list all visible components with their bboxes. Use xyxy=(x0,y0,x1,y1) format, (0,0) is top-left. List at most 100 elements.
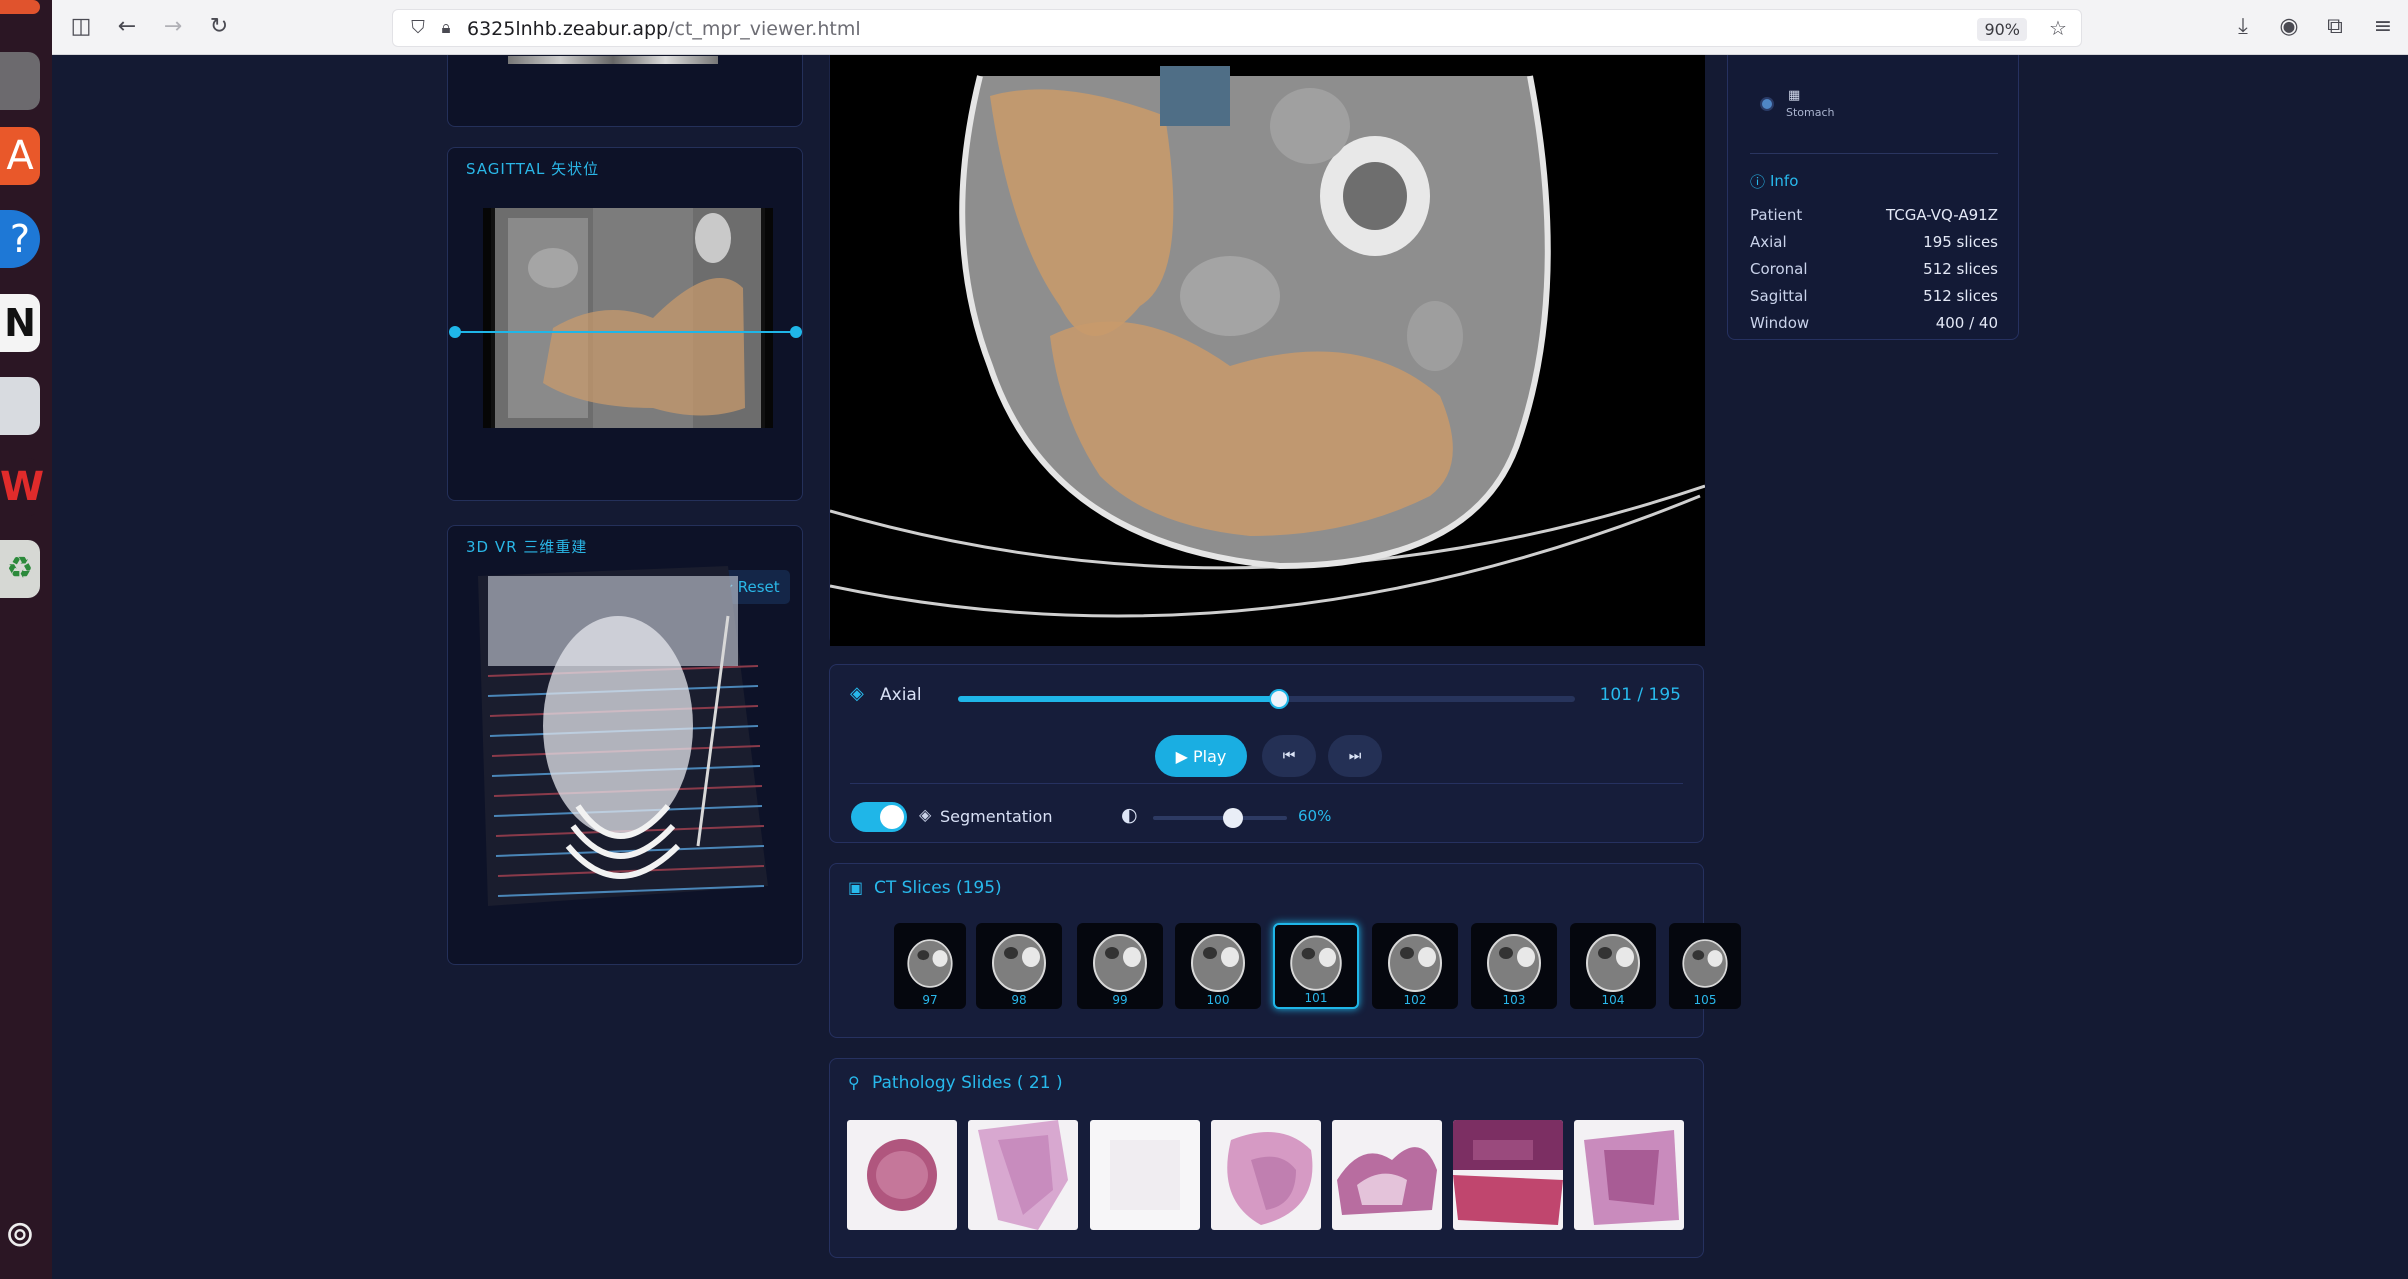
info-key: Axial xyxy=(1750,233,1787,251)
ct-slice-number: 102 xyxy=(1403,993,1427,1007)
layers-icon: ◈ xyxy=(850,683,864,704)
viewer-page: SAGITTAL 矢状位 3D VR 三维重建 ⟳ Reset xyxy=(52,55,2408,1279)
show-apps-icon[interactable]: ⊚ xyxy=(0,1210,40,1260)
skip-back-icon: ⏮ xyxy=(1282,748,1296,764)
next-slice-button[interactable]: ⏭ xyxy=(1328,735,1382,777)
segmentation-label: Segmentation xyxy=(940,807,1053,826)
segmentation-toggle-knob xyxy=(880,805,904,829)
pathology-slide[interactable] xyxy=(1090,1120,1200,1230)
vr-label: 3D VR 三维重建 xyxy=(466,538,588,556)
info-value: TCGA-VQ-A91Z xyxy=(1885,206,1998,224)
info-divider xyxy=(1750,153,1998,154)
ct-slice-thumbnail[interactable]: 103 xyxy=(1471,923,1557,1009)
pathology-slide[interactable] xyxy=(1332,1120,1442,1230)
opacity-value: 60% xyxy=(1298,807,1332,825)
pathology-slide-image xyxy=(1584,1130,1679,1225)
bookmark-star-icon[interactable]: ☆ xyxy=(2045,15,2071,41)
info-icon: ⓘ xyxy=(1750,173,1766,191)
info-value: 512 slices xyxy=(1923,287,1998,305)
stomach-icon: ▦ xyxy=(1788,88,1801,103)
wps-app-icon[interactable]: W xyxy=(0,458,44,516)
vr-render[interactable] xyxy=(468,556,768,916)
skip-forward-icon: ⏭ xyxy=(1348,748,1362,764)
pathology-slide[interactable] xyxy=(1574,1120,1684,1230)
ct-slices-title: CT Slices (195) xyxy=(874,878,1002,898)
notion-app-icon[interactable]: N xyxy=(0,294,40,352)
help-app-icon[interactable]: ? xyxy=(0,210,40,268)
pathology-slide[interactable] xyxy=(1453,1120,1563,1230)
axial-image[interactable] xyxy=(829,55,1706,646)
vr-view-panel[interactable]: 3D VR 三维重建 ⟳ Reset xyxy=(447,525,803,965)
pathology-slide-image xyxy=(1227,1132,1313,1225)
ct-slice-thumbnail[interactable]: 97 xyxy=(894,923,966,1009)
sagittal-crosshair-handle-left[interactable] xyxy=(449,326,461,338)
browser-app-icon[interactable] xyxy=(0,0,40,14)
sagittal-image[interactable] xyxy=(483,208,773,428)
opacity-slider[interactable] xyxy=(1153,808,1287,828)
ct-slice-thumbnail[interactable]: 99 xyxy=(1077,923,1163,1009)
pathology-slide-image xyxy=(1453,1120,1563,1225)
ct-slice-thumbnail[interactable]: 105 xyxy=(1669,923,1741,1009)
pathology-slide[interactable] xyxy=(968,1120,1078,1230)
info-key: Sagittal xyxy=(1750,287,1808,305)
image-gallery-icon: ▣ xyxy=(848,878,864,897)
opacity-slider-thumb[interactable] xyxy=(1223,808,1244,828)
info-key: Window xyxy=(1750,314,1810,332)
ct-slice-thumbnail[interactable]: 98 xyxy=(976,923,1062,1009)
account-icon[interactable]: ◉ xyxy=(2276,14,2302,40)
url-host: 6325lnhb.zeabur.app xyxy=(467,18,669,40)
sagittal-crosshair-handle-right[interactable] xyxy=(790,326,802,338)
coronal-view-panel[interactable] xyxy=(447,55,803,127)
address-bar[interactable]: ⛉ 🔒︎ 6325lnhb.zeabur.app/ct_mpr_viewer.h… xyxy=(392,9,2082,47)
url-text[interactable]: 6325lnhb.zeabur.app/ct_mpr_viewer.html xyxy=(467,18,861,40)
zoom-indicator[interactable]: 90% xyxy=(1977,18,2027,41)
plane-label: Axial xyxy=(880,685,922,705)
slice-slider-fill xyxy=(958,696,1279,702)
slice-controls-card: ◈ Axial 101 / 195 ▶ Play ⏮ ⏭ ◈ Segmentat… xyxy=(829,664,1704,843)
downloads-icon[interactable]: ⤓ xyxy=(2230,14,2256,40)
slice-slider[interactable] xyxy=(958,689,1575,709)
pathology-slide[interactable] xyxy=(847,1120,957,1230)
forward-icon[interactable]: → xyxy=(160,14,186,40)
ct-slice-thumbnail[interactable]: 104 xyxy=(1570,923,1656,1009)
lock-icon[interactable]: 🔒︎ xyxy=(433,15,459,41)
slice-slider-thumb[interactable] xyxy=(1268,689,1289,709)
ct-slice-thumbnail[interactable]: 101 xyxy=(1273,923,1359,1009)
info-row-window: Window 400 / 40 xyxy=(1750,314,1998,332)
info-value: 512 slices xyxy=(1923,260,1998,278)
controls-divider xyxy=(850,783,1683,784)
sagittal-view-panel[interactable]: SAGITTAL 矢状位 xyxy=(447,147,803,501)
app-store-icon[interactable]: A xyxy=(0,127,40,185)
ct-slice-number: 101 xyxy=(1304,991,1328,1005)
ct-slice-number: 98 xyxy=(1011,993,1027,1007)
back-icon[interactable]: ← xyxy=(114,14,140,40)
browser-toolbar: ◫ ← → ↻ ⛉ 🔒︎ 6325lnhb.zeabur.app/ct_mpr_… xyxy=(52,0,2408,55)
info-row-coronal: Coronal 512 slices xyxy=(1750,260,1998,278)
sagittal-label: SAGITTAL 矢状位 xyxy=(466,160,600,178)
files-app-icon[interactable] xyxy=(0,52,40,110)
pathology-slide-image xyxy=(1110,1140,1180,1210)
ct-slice-thumbnail[interactable]: 100 xyxy=(1175,923,1261,1009)
previous-slice-button[interactable]: ⏮ xyxy=(1262,735,1316,777)
info-panel: ▦ Stomach ⓘ Info Patient TCGA-VQ-A91Z Axi… xyxy=(1727,55,2019,340)
extensions-icon[interactable]: ⧉ xyxy=(2322,14,2348,40)
sagittal-crosshair-line[interactable] xyxy=(454,331,796,333)
axial-view-panel[interactable] xyxy=(829,55,1706,646)
shield-icon[interactable]: ⛉ xyxy=(405,15,431,41)
segmentation-toggle[interactable] xyxy=(851,802,907,832)
ct-slice-number: 99 xyxy=(1112,993,1128,1007)
pathology-slide[interactable] xyxy=(1211,1120,1321,1230)
menu-icon[interactable]: ≡ xyxy=(2370,14,2396,40)
ct-slice-thumbnail[interactable]: 102 xyxy=(1372,923,1458,1009)
organ-label: Stomach xyxy=(1786,106,1835,119)
play-label: Play xyxy=(1193,746,1227,766)
image-viewer-app-icon[interactable] xyxy=(0,377,40,435)
pathology-slide-image xyxy=(1337,1147,1437,1215)
trash-app-icon[interactable]: ♻ xyxy=(0,540,40,598)
sidebar-toggle-icon[interactable]: ◫ xyxy=(68,14,94,40)
contrast-icon: ◐ xyxy=(1121,804,1138,826)
info-row-sagittal: Sagittal 512 slices xyxy=(1750,287,1998,305)
play-button[interactable]: ▶ Play xyxy=(1155,735,1247,777)
organ-legend-dot xyxy=(1760,97,1774,111)
reload-icon[interactable]: ↻ xyxy=(206,14,232,40)
